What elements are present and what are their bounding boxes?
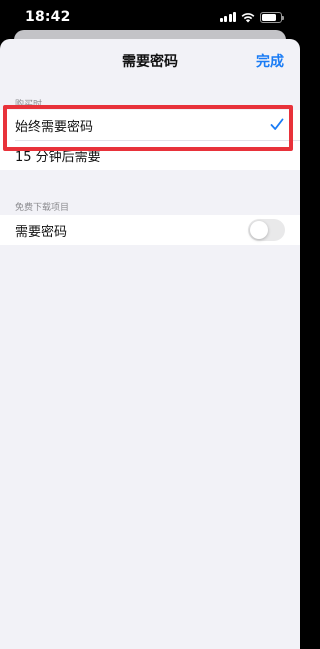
free-downloads-group: 需要密码 <box>0 215 300 245</box>
page-title: 需要密码 <box>122 54 178 70</box>
purchase-options-group: 始终需要密码 15 分钟后需要 <box>0 110 300 170</box>
toggle-label: 需要密码 <box>15 224 68 240</box>
done-button[interactable]: 完成 <box>256 51 284 71</box>
battery-icon <box>260 11 284 23</box>
option-always-require[interactable]: 始终需要密码 <box>0 110 300 140</box>
section-header-free-downloads: 免费下载项目 <box>15 203 70 213</box>
option-label: 15 分钟后需要 <box>15 149 101 165</box>
wifi-icon <box>241 12 255 22</box>
password-settings-sheet: 需要密码 完成 购买时 始终需要密码 15 分钟后需要 免费下载项目 需要密码 <box>0 39 300 649</box>
section-header-purchases: 购买时 <box>15 100 43 110</box>
status-time: 18:42 <box>25 9 71 25</box>
navigation-bar: 需要密码 完成 <box>0 39 300 83</box>
option-label: 始终需要密码 <box>15 119 94 135</box>
status-icons <box>219 11 284 23</box>
require-password-row: 需要密码 <box>0 215 300 245</box>
toggle-knob <box>250 221 268 239</box>
checkmark-icon <box>270 118 284 130</box>
cellular-signal-icon <box>219 12 236 22</box>
option-after-15-minutes[interactable]: 15 分钟后需要 <box>0 140 300 170</box>
require-password-toggle[interactable] <box>248 219 285 241</box>
